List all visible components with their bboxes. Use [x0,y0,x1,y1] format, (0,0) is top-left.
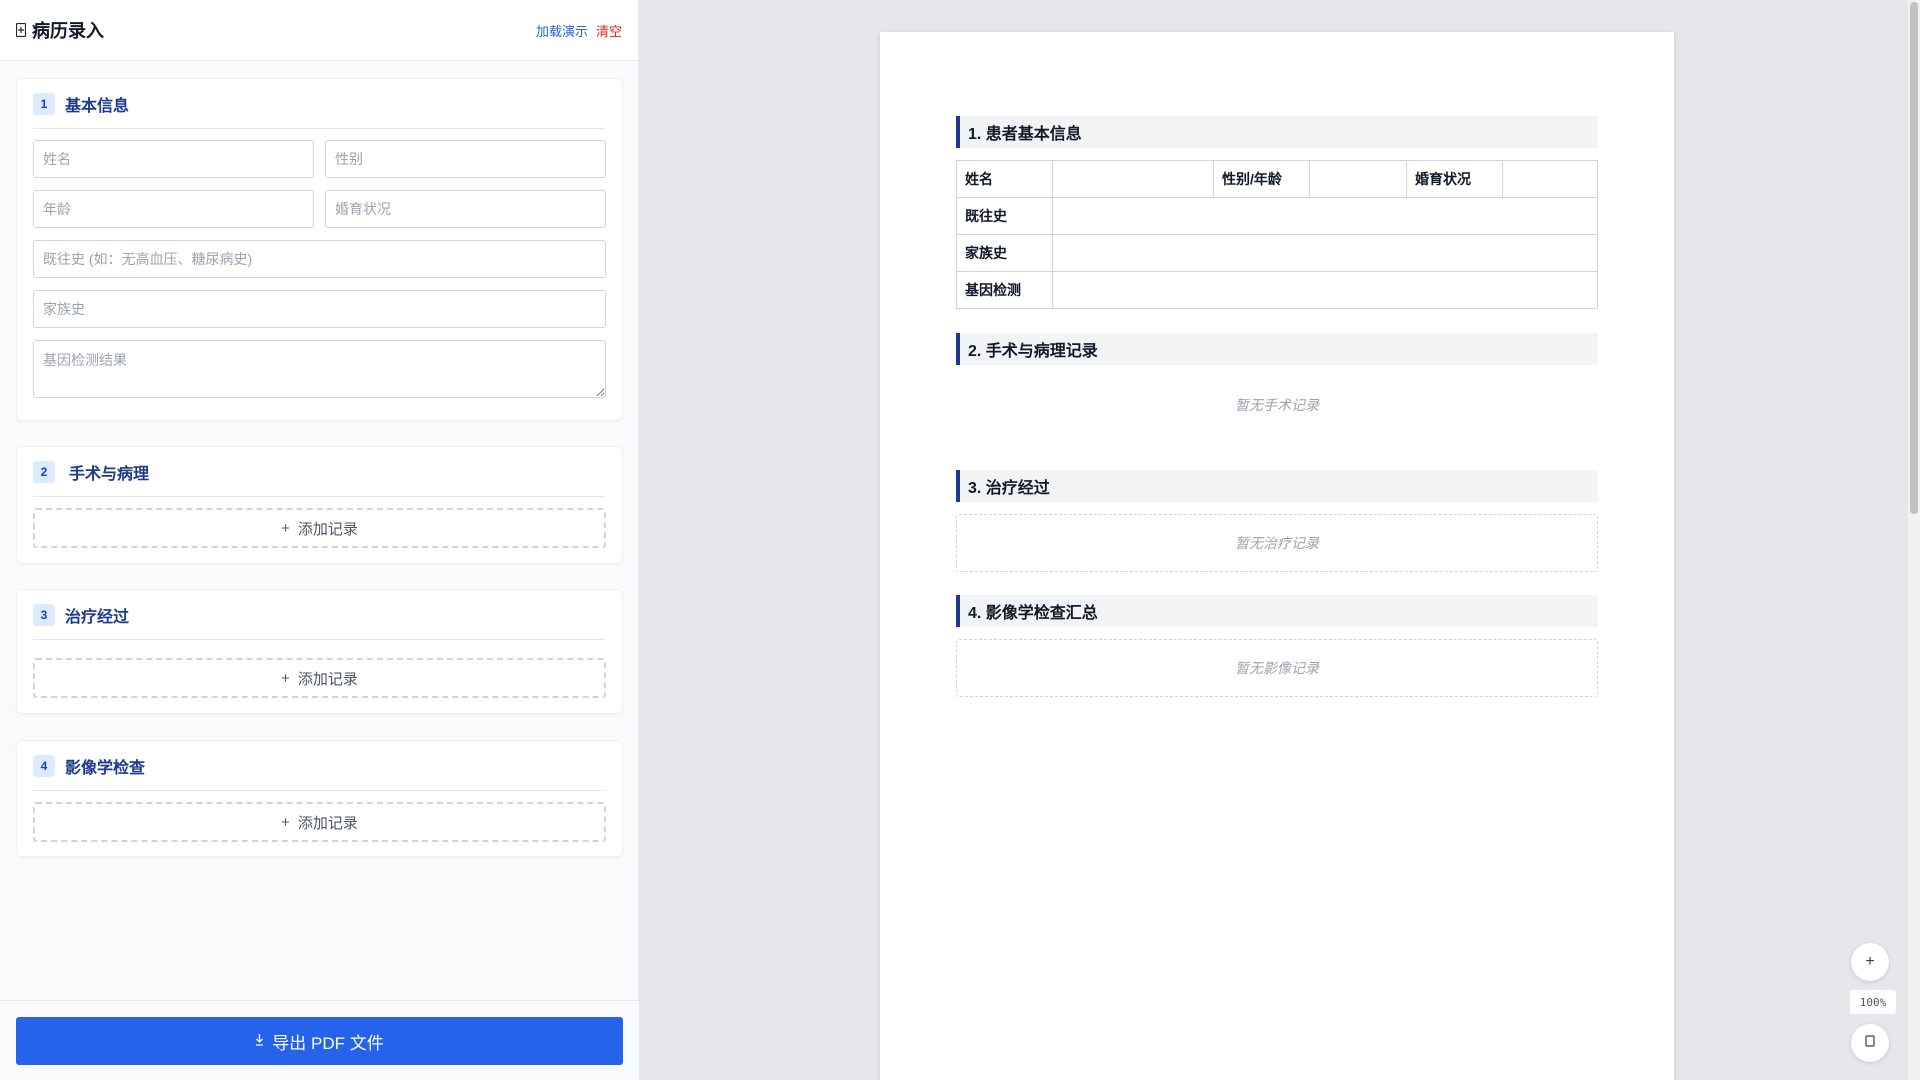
gender-input[interactable] [325,140,606,178]
table-value-family [1052,234,1598,272]
clear-link[interactable]: 清空 [596,21,622,40]
plus-icon: + [281,519,290,537]
load-demo-link[interactable]: 加载演示 [536,21,588,40]
imaging-empty-message: 暂无影像记录 [956,639,1598,697]
sidebar-header: 病历录入 加载演示 清空 [0,0,638,61]
download-icon [255,1031,264,1051]
add-treatment-record-button[interactable]: + 添加记录 [33,658,606,698]
section-number-badge: 1 [33,92,55,115]
page-scrollbar[interactable] [1908,0,1920,1080]
section-title: 影像学检查 [65,759,146,777]
table-label-family: 家族史 [956,234,1053,272]
family-history-input[interactable] [33,290,606,328]
section-number-badge: 4 [33,754,55,777]
table-row: 基因检测 [956,271,1598,309]
plus-icon: + [1865,953,1875,970]
surgery-empty-message: 暂无手术记录 [1235,397,1319,413]
sidebar-title: 病历录入 [32,21,104,41]
treatment-card: 3 治疗经过 + 添加记录 [16,589,623,714]
fit-screen-icon [1865,1034,1875,1052]
editor-sidebar: 病历录入 加载演示 清空 1 基本信息 2 手术与病理 + 添加记录 3 [0,0,639,1080]
table-value-name [1052,160,1214,198]
export-pdf-button[interactable]: 导出 PDF 文件 [16,1017,623,1065]
preview-section-treatment-title: 3. 治疗经过 [956,470,1598,502]
table-value-gene [1052,271,1598,309]
imaging-card: 4 影像学检查 + 添加记录 [16,740,623,857]
name-input[interactable] [33,140,314,178]
preview-section-surgery-title: 2. 手术与病理记录 [956,333,1598,365]
preview-section-basic-title: 1. 患者基本信息 [956,116,1598,148]
section-title: 治疗经过 [65,608,130,626]
marital-status-input[interactable] [325,190,606,228]
table-row: 家族史 [956,234,1598,272]
zoom-level: 100% [1850,990,1896,1014]
add-record-label: 添加记录 [297,520,358,538]
table-row: 姓名 性别/年龄 婚育状况 [956,160,1598,198]
table-value-gender-age [1309,160,1407,198]
fit-screen-button[interactable] [1851,1024,1889,1062]
age-input[interactable] [33,190,314,228]
table-label-name: 姓名 [956,160,1053,198]
gene-test-textarea[interactable] [33,340,606,398]
treatment-empty-message: 暂无治疗记录 [956,514,1598,572]
card-header: 3 治疗经过 [33,590,606,640]
preview-area: 1. 患者基本信息 姓名 性别/年龄 婚育状况 既往史 家族史 基因检测 2. … [640,0,1920,1080]
plus-icon: + [281,813,290,831]
section-title: 基本信息 [65,97,130,115]
table-row: 既往史 [956,197,1598,235]
table-label-gender-age: 性别/年龄 [1213,160,1310,198]
section-number-badge: 3 [33,603,55,626]
add-record-label: 添加记录 [297,670,358,688]
add-imaging-record-button[interactable]: + 添加记录 [33,802,606,842]
plus-icon: + [281,669,290,687]
add-record-label: 添加记录 [297,814,358,832]
preview-section-imaging-title: 4. 影像学检查汇总 [956,595,1598,627]
card-header: 2 手术与病理 [33,447,606,497]
zoom-in-button[interactable]: + [1851,943,1889,981]
section-number-badge: 2 [33,460,55,483]
export-label: 导出 PDF 文件 [272,1033,384,1053]
document-page: 1. 患者基本信息 姓名 性别/年龄 婚育状况 既往史 家族史 基因检测 2. … [880,32,1674,1080]
table-label-history: 既往史 [956,197,1053,235]
card-header: 1 基本信息 [33,79,606,129]
sidebar-footer: 导出 PDF 文件 [0,1000,639,1080]
patient-info-table: 姓名 性别/年龄 婚育状况 既往史 家族史 基因检测 [956,160,1598,309]
table-label-gene: 基因检测 [956,271,1053,309]
add-surgery-record-button[interactable]: + 添加记录 [33,508,606,548]
table-label-marital: 婚育状况 [1406,160,1503,198]
section-title: 手术与病理 [69,465,150,483]
file-medical-icon [16,23,26,37]
header-actions: 加载演示 清空 [536,21,622,40]
card-header: 4 影像学检查 [33,741,606,791]
surgery-card: 2 手术与病理 + 添加记录 [16,446,623,564]
scrollbar-thumb[interactable] [1910,2,1918,514]
table-value-history [1052,197,1598,235]
table-value-marital [1502,160,1598,198]
medical-history-input[interactable] [33,240,606,278]
basic-info-card: 1 基本信息 [16,78,623,421]
